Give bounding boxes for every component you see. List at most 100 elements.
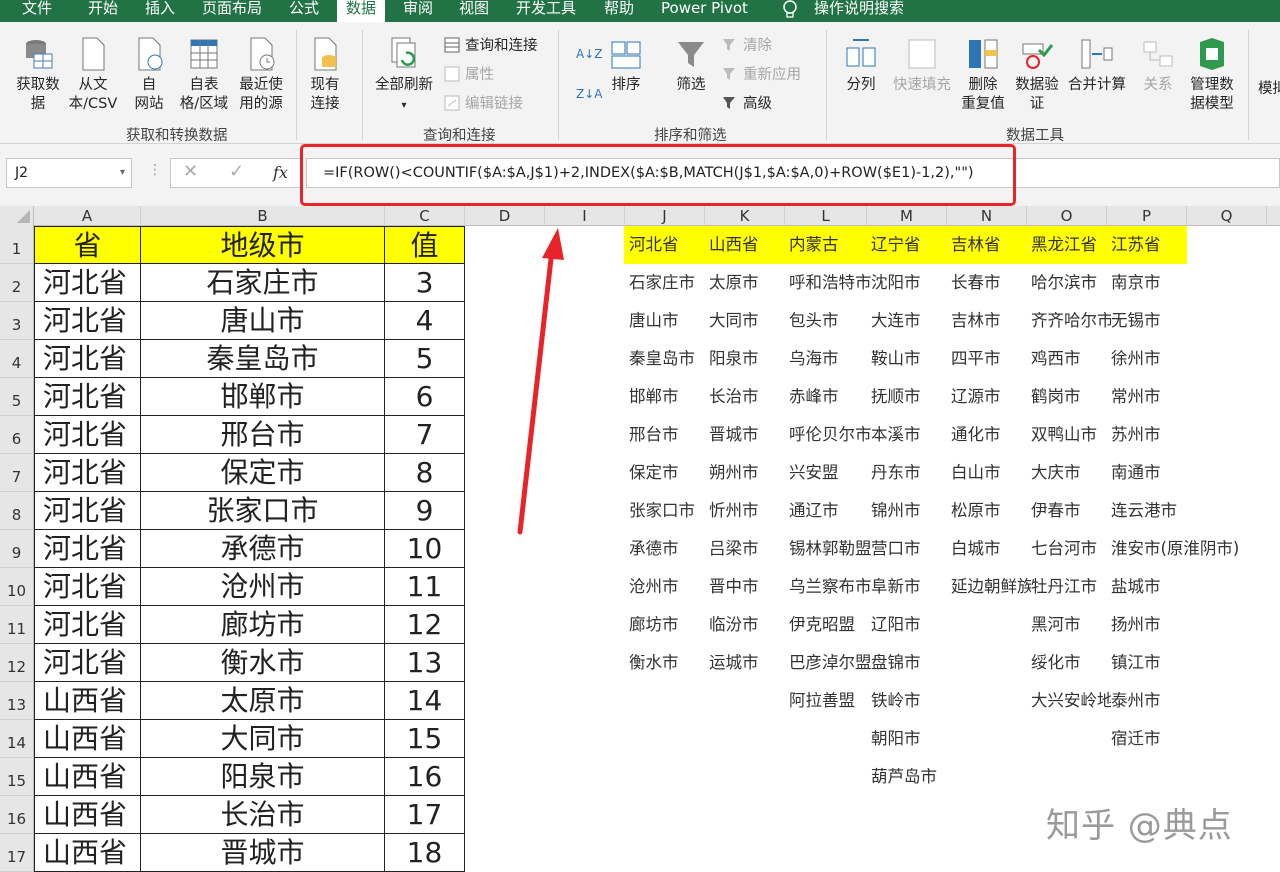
tab-page-layout[interactable]: 页面布局	[202, 0, 262, 22]
queries-connections-button[interactable]: 查询和连接	[444, 36, 538, 56]
city-cell[interactable]: 七台河市	[1031, 539, 1111, 559]
table-cell[interactable]: 河北省	[34, 340, 141, 378]
column-header[interactable]: A	[34, 206, 141, 226]
province-header-cell[interactable]: 江苏省	[1111, 235, 1251, 255]
table-cell[interactable]: 阳泉市	[141, 758, 385, 796]
city-cell[interactable]: 南通市	[1111, 463, 1251, 483]
city-cell[interactable]: 邢台市	[629, 425, 709, 445]
city-cell[interactable]: 晋中市	[709, 577, 789, 597]
tab-view[interactable]: 视图	[459, 0, 489, 22]
column-header[interactable]: P	[1107, 206, 1187, 226]
recent-sources-button[interactable]: 最近使 用的源	[234, 36, 288, 114]
row-header[interactable]: 13	[0, 682, 34, 720]
city-cell[interactable]: 巴彦淖尔盟	[789, 653, 871, 673]
province-header-cell[interactable]: 内蒙古	[789, 235, 869, 255]
table-cell[interactable]: 山西省	[34, 758, 141, 796]
city-cell[interactable]: 南京市	[1111, 273, 1251, 293]
relationships-button[interactable]: 关系	[1136, 36, 1180, 95]
row-header[interactable]: 10	[0, 568, 34, 606]
clear-button[interactable]: 清除	[722, 36, 772, 56]
column-header[interactable]: B	[141, 206, 385, 226]
table-cell[interactable]: 秦皇岛市	[141, 340, 385, 378]
tab-home[interactable]: 开始	[88, 0, 118, 22]
tab-review[interactable]: 审阅	[403, 0, 433, 22]
table-cell[interactable]: 18	[385, 834, 465, 872]
tab-help[interactable]: 帮助	[604, 0, 634, 22]
table-cell[interactable]: 9	[385, 492, 465, 530]
table-cell[interactable]: 承德市	[141, 530, 385, 568]
city-cell[interactable]: 大兴安岭地区	[1031, 691, 1111, 711]
city-cell[interactable]: 吉林市	[951, 311, 1031, 331]
city-cell[interactable]: 邯郸市	[629, 387, 709, 407]
city-cell[interactable]: 牡丹江市	[1031, 577, 1111, 597]
table-cell[interactable]: 山西省	[34, 720, 141, 758]
reapply-button[interactable]: 重新应用	[722, 65, 801, 85]
row-header[interactable]: 6	[0, 416, 34, 454]
city-cell[interactable]: 廊坊市	[629, 615, 709, 635]
row-header[interactable]: 5	[0, 378, 34, 416]
city-cell[interactable]: 锡林郭勒盟	[789, 539, 871, 559]
edit-links-button[interactable]: 编辑链接	[444, 94, 523, 114]
city-cell[interactable]: 吕梁市	[709, 539, 789, 559]
tell-me-search[interactable]: 操作说明搜索	[814, 0, 904, 22]
table-cell[interactable]: 山西省	[34, 796, 141, 834]
city-cell[interactable]: 双鸭山市	[1031, 425, 1111, 445]
city-cell[interactable]: 呼和浩特市	[789, 273, 871, 293]
city-cell[interactable]: 承德市	[629, 539, 709, 559]
city-cell[interactable]: 唐山市	[629, 311, 709, 331]
insert-function-icon[interactable]: fx	[273, 163, 288, 182]
row-header[interactable]: 15	[0, 758, 34, 796]
city-cell[interactable]: 苏州市	[1111, 425, 1251, 445]
filter-button[interactable]: 筛选	[670, 36, 712, 95]
column-header[interactable]: L	[785, 206, 867, 226]
data-validation-button[interactable]: 数据验 证	[1012, 36, 1062, 114]
table-cell[interactable]: 6	[385, 378, 465, 416]
table-cell[interactable]: 4	[385, 302, 465, 340]
city-cell[interactable]: 延边朝鲜族自治州	[951, 577, 1031, 597]
row-header[interactable]: 11	[0, 606, 34, 644]
column-header[interactable]: J	[625, 206, 705, 226]
city-cell[interactable]: 连云港市	[1111, 501, 1251, 521]
table-cell[interactable]: 石家庄市	[141, 264, 385, 302]
row-header[interactable]: 7	[0, 454, 34, 492]
table-cell[interactable]: 河北省	[34, 454, 141, 492]
column-header[interactable]: O	[1027, 206, 1107, 226]
city-cell[interactable]: 本溪市	[871, 425, 951, 445]
from-web-button[interactable]: 自 网站	[128, 36, 170, 114]
city-cell[interactable]: 阜新市	[871, 577, 951, 597]
tab-file[interactable]: 文件	[22, 0, 52, 22]
table-header-cell[interactable]: 值	[385, 226, 465, 264]
table-cell[interactable]: 邯郸市	[141, 378, 385, 416]
city-cell[interactable]: 辽源市	[951, 387, 1031, 407]
table-header-cell[interactable]: 地级市	[141, 226, 385, 264]
table-cell[interactable]: 太原市	[141, 682, 385, 720]
province-header-cell[interactable]: 黑龙江省	[1031, 235, 1111, 255]
table-cell[interactable]: 邢台市	[141, 416, 385, 454]
from-text-csv-button[interactable]: 从文 本/CSV	[66, 36, 120, 114]
table-cell[interactable]: 河北省	[34, 264, 141, 302]
city-cell[interactable]: 泰州市	[1111, 691, 1251, 711]
city-cell[interactable]: 忻州市	[709, 501, 789, 521]
city-cell[interactable]: 衡水市	[629, 653, 709, 673]
table-cell[interactable]: 16	[385, 758, 465, 796]
table-cell[interactable]: 11	[385, 568, 465, 606]
city-cell[interactable]: 辽阳市	[871, 615, 951, 635]
city-cell[interactable]: 运城市	[709, 653, 789, 673]
properties-button[interactable]: 属性	[444, 65, 494, 85]
tab-developer[interactable]: 开发工具	[516, 0, 576, 22]
province-header-cell[interactable]: 辽宁省	[871, 235, 951, 255]
cancel-icon[interactable]: ✕	[183, 161, 198, 182]
table-cell[interactable]: 3	[385, 264, 465, 302]
city-cell[interactable]: 齐齐哈尔市	[1031, 311, 1111, 331]
city-cell[interactable]: 秦皇岛市	[629, 349, 709, 369]
table-cell[interactable]: 5	[385, 340, 465, 378]
confirm-icon[interactable]: ✓	[229, 161, 244, 182]
city-cell[interactable]: 朔州市	[709, 463, 789, 483]
table-cell[interactable]: 河北省	[34, 416, 141, 454]
remove-duplicates-button[interactable]: 删除 重复值	[958, 36, 1008, 114]
column-header[interactable]: C	[385, 206, 465, 226]
sort-ascending-button[interactable]: A↓Z	[576, 44, 602, 64]
city-cell[interactable]: 石家庄市	[629, 273, 709, 293]
tab-formulas[interactable]: 公式	[289, 0, 319, 22]
city-cell[interactable]: 长春市	[951, 273, 1031, 293]
